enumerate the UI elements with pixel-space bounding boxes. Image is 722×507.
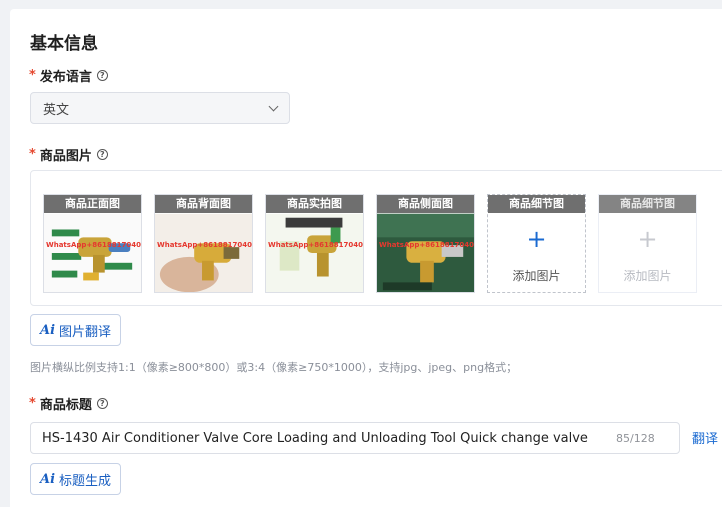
watermark-text: WhatsApp+8618817040688 bbox=[46, 241, 141, 249]
image-slot-side[interactable]: 商品侧面图 WhatsApp+8618817040688 bbox=[376, 194, 475, 293]
add-image-label: 添加图片 bbox=[512, 269, 561, 283]
slot-caption: 商品细节图 bbox=[599, 195, 696, 213]
watermark-text: WhatsApp+8618817040688 bbox=[157, 241, 252, 249]
image-slot-detail-add-disabled: 商品细节图 + 添加图片 bbox=[598, 194, 697, 293]
slot-caption: 商品侧面图 bbox=[377, 195, 474, 213]
section-title: 基本信息 bbox=[30, 34, 98, 54]
generate-title-button[interactable]: Ai 标题生成 bbox=[30, 463, 122, 495]
product-photo-back bbox=[155, 213, 252, 292]
required-mark: * bbox=[29, 396, 36, 411]
image-slot-real[interactable]: 商品实拍图 WhatsApp+8618817040688 bbox=[265, 194, 364, 293]
slot-caption: 商品背面图 bbox=[155, 195, 252, 213]
ai-icon: Ai bbox=[40, 322, 56, 338]
language-select[interactable]: 英文 bbox=[30, 92, 290, 124]
chevron-down-icon bbox=[268, 101, 279, 111]
plus-icon: + bbox=[526, 225, 547, 253]
product-title-label-text: 商品标题 bbox=[39, 398, 92, 413]
language-label: * 发布语言 ? bbox=[29, 66, 108, 85]
generate-title-label: 标题生成 bbox=[59, 473, 112, 489]
required-mark: * bbox=[29, 68, 36, 83]
image-translate-button[interactable]: Ai 图片翻译 bbox=[30, 314, 122, 346]
product-title-label: * 商品标题 ? bbox=[29, 394, 108, 413]
product-title-input[interactable]: HS-1430 Air Conditioner Valve Core Loadi… bbox=[30, 422, 680, 454]
slot-caption: 商品实拍图 bbox=[266, 195, 363, 213]
images-label: * 商品图片 ? bbox=[29, 145, 108, 164]
slot-caption: 商品正面图 bbox=[44, 195, 141, 213]
question-circle-icon[interactable]: ? bbox=[96, 149, 108, 160]
image-slot-back[interactable]: 商品背面图 WhatsApp+8618817040688 bbox=[154, 194, 253, 293]
language-label-text: 发布语言 bbox=[39, 70, 92, 85]
product-photo-real bbox=[266, 213, 363, 292]
image-translate-label: 图片翻译 bbox=[59, 324, 112, 340]
plus-icon: + bbox=[637, 225, 658, 253]
product-photo-front bbox=[44, 213, 141, 292]
translate-link[interactable]: 翻译 bbox=[692, 428, 718, 447]
add-image-label: 添加图片 bbox=[623, 269, 672, 283]
image-format-hint: 图片横纵比例支持1:1（像素≥800*800）或3:4（像素≥750*1000）… bbox=[30, 361, 518, 374]
question-circle-icon[interactable]: ? bbox=[96, 398, 108, 409]
watermark-text: WhatsApp+8618817040688 bbox=[268, 241, 363, 249]
ai-icon: Ai bbox=[40, 471, 56, 487]
required-mark: * bbox=[29, 147, 36, 162]
watermark-text: WhatsApp+8618817040688 bbox=[379, 241, 474, 249]
images-label-text: 商品图片 bbox=[39, 149, 92, 164]
question-circle-icon[interactable]: ? bbox=[96, 70, 108, 81]
image-slot-front[interactable]: 商品正面图 WhatsApp+8618817040688 bbox=[43, 194, 142, 293]
image-slot-detail-add[interactable]: 商品细节图 + 添加图片 bbox=[487, 194, 586, 293]
char-counter: 85/128 bbox=[616, 431, 655, 445]
language-select-value: 英文 bbox=[43, 102, 70, 118]
product-photo-side bbox=[377, 213, 474, 292]
product-title-value: HS-1430 Air Conditioner Valve Core Loadi… bbox=[42, 430, 588, 446]
slot-caption: 商品细节图 bbox=[488, 195, 585, 213]
